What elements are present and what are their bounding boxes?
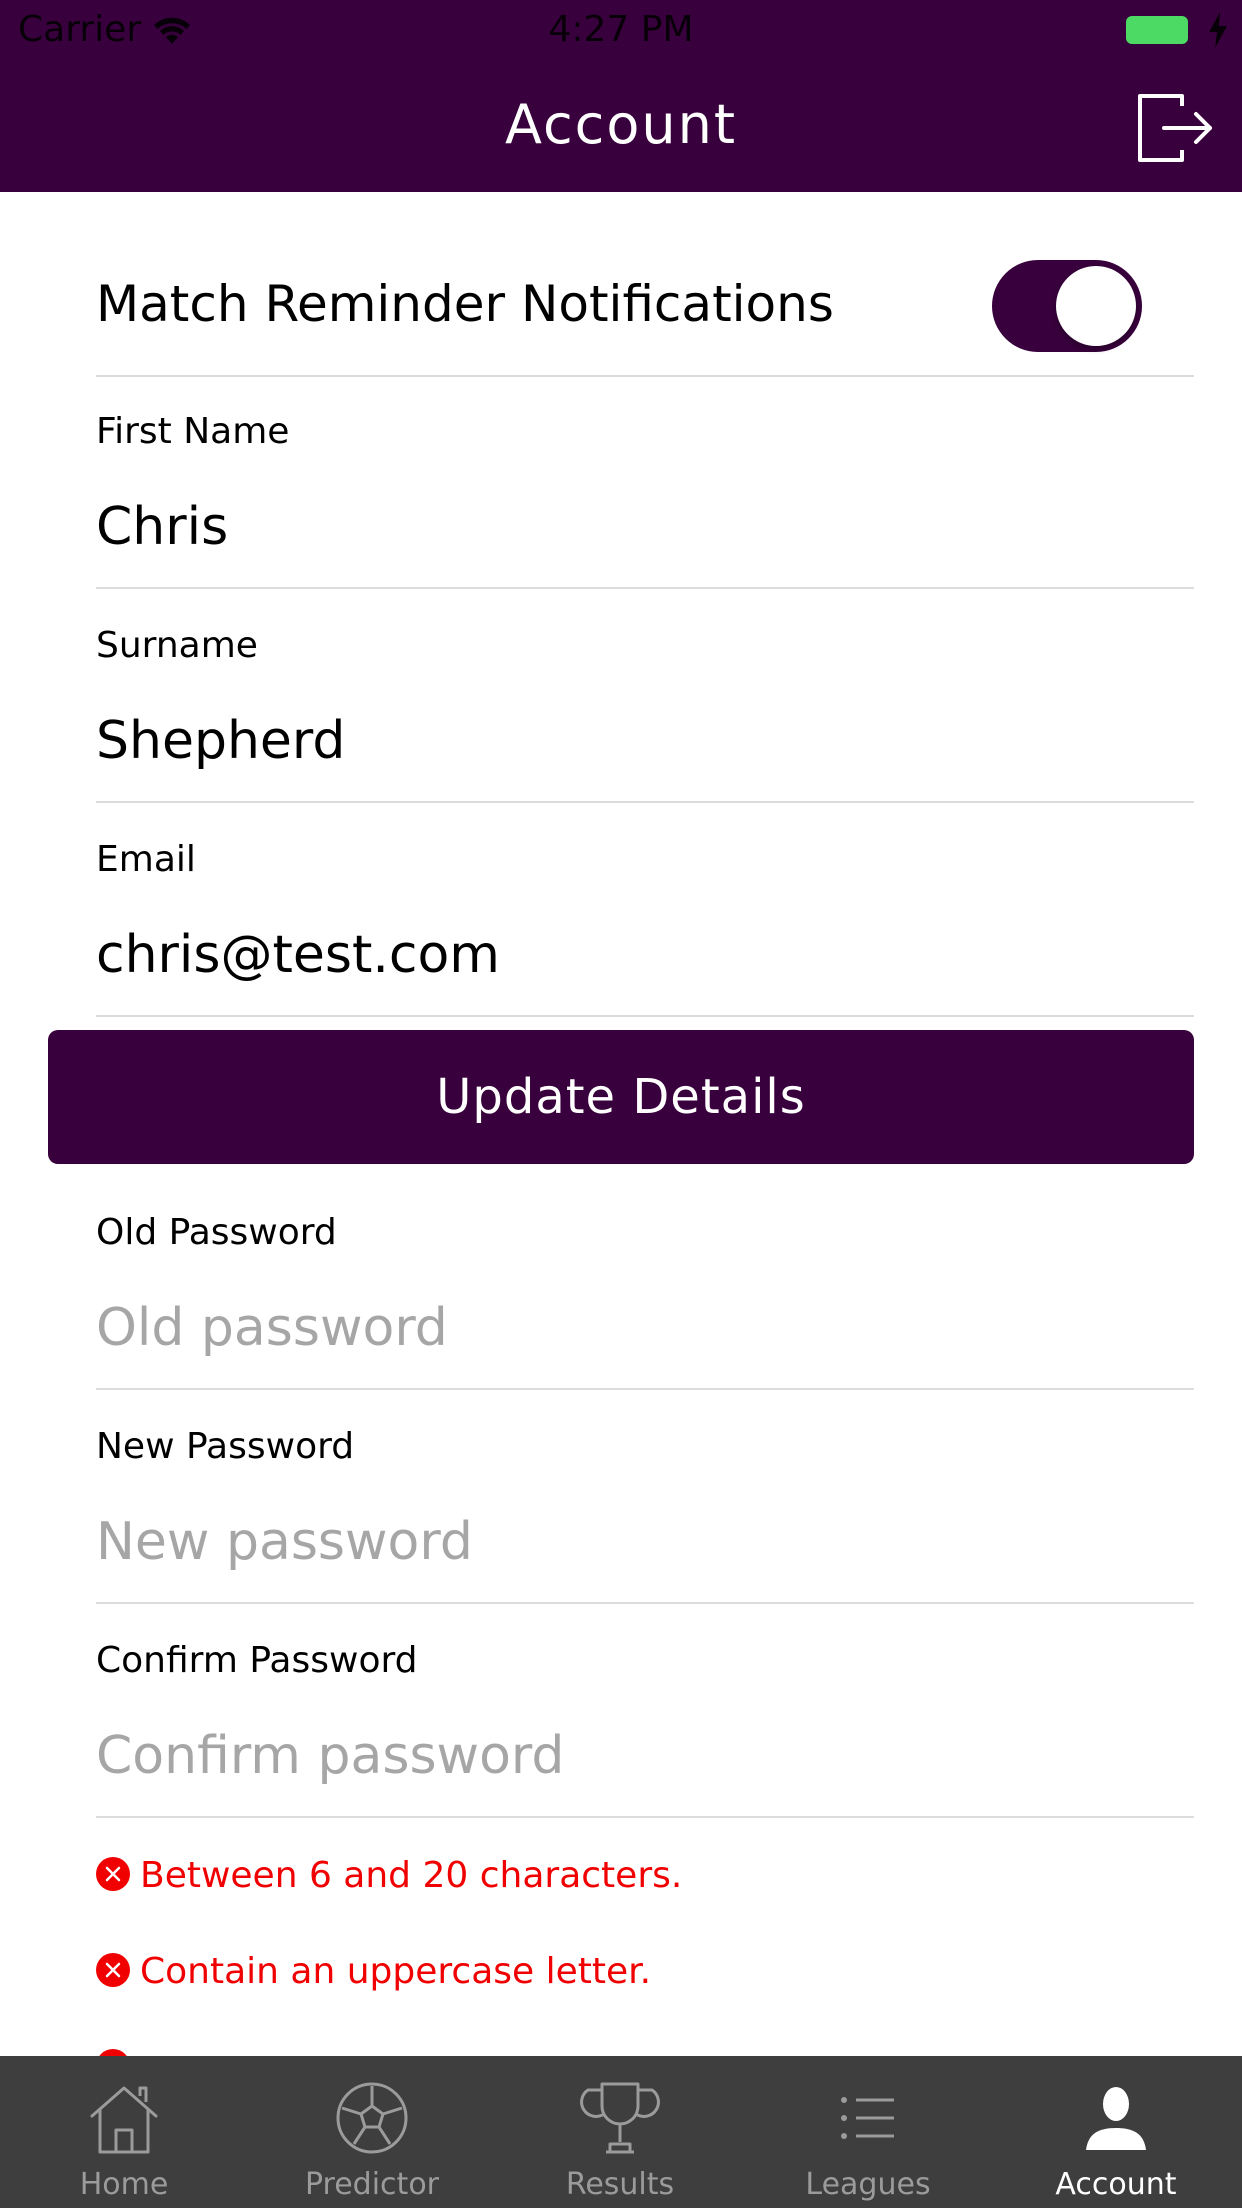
new-password-input[interactable]	[96, 1510, 1194, 1574]
tab-leagues-label: Leagues	[805, 2167, 931, 2202]
old-password-label: Old Password	[96, 1212, 337, 1253]
toggle-knob	[1056, 266, 1136, 346]
notifications-toggle[interactable]	[992, 260, 1142, 352]
first-name-input[interactable]: Chris	[96, 495, 1194, 559]
status-time: 4:27 PM	[548, 9, 694, 50]
surname-label: Surname	[96, 625, 258, 666]
tab-results[interactable]: Results	[496, 2056, 744, 2208]
email-label: Email	[96, 839, 196, 880]
tab-account[interactable]: Account	[992, 2056, 1240, 2208]
confirm-password-field: Confirm Password	[96, 1604, 1194, 1818]
password-rule: Between 6 and 20 characters.	[96, 1852, 682, 1900]
tab-home-label: Home	[79, 2167, 169, 2202]
new-password-field: New Password	[96, 1390, 1194, 1604]
old-password-field: Old Password	[96, 1176, 1194, 1390]
tab-bar: Home Predictor Results Leagues Account	[0, 2056, 1242, 2208]
notifications-label: Match Reminder Notifications	[96, 275, 834, 333]
notifications-row: Match Reminder Notifications	[96, 230, 1194, 377]
navigation-bar: Carrier 4:27 PM Account	[0, 0, 1242, 192]
tab-predictor[interactable]: Predictor	[248, 2056, 496, 2208]
user-icon	[1086, 2087, 1146, 2150]
first-name-field: First Name Chris	[96, 375, 1194, 589]
logout-icon	[1138, 94, 1212, 162]
error-x-icon	[96, 1857, 130, 1891]
page-title: Account	[504, 93, 738, 156]
tab-leagues[interactable]: Leagues	[744, 2056, 992, 2208]
surname-field: Surname Shepherd	[96, 589, 1194, 803]
battery-icon	[1126, 16, 1188, 44]
email-input[interactable]: chris@test.com	[96, 923, 1194, 987]
list-icon	[841, 2097, 894, 2139]
surname-input[interactable]: Shepherd	[96, 709, 1194, 773]
charging-bolt-icon	[1209, 12, 1227, 48]
football-icon	[336, 2082, 408, 2154]
update-details-button[interactable]: Update Details	[48, 1030, 1194, 1164]
trophy-icon	[580, 2082, 660, 2154]
tab-results-label: Results	[565, 2167, 675, 2202]
email-field: Email chris@test.com	[96, 803, 1194, 1017]
password-rule-text: Contain an uppercase letter.	[140, 1951, 652, 1992]
first-name-label: First Name	[96, 411, 290, 452]
password-rule-text: Between 6 and 20 characters.	[140, 1855, 683, 1896]
error-x-icon	[96, 1953, 130, 1987]
new-password-label: New Password	[96, 1426, 355, 1467]
tab-home[interactable]: Home	[0, 2056, 248, 2208]
logout-button[interactable]	[1136, 92, 1216, 164]
confirm-password-label: Confirm Password	[96, 1640, 418, 1681]
old-password-input[interactable]	[96, 1296, 1194, 1360]
password-rule: Contain an uppercase letter.	[96, 1948, 651, 1996]
tab-account-label: Account	[1055, 2167, 1177, 2202]
confirm-password-input[interactable]	[96, 1724, 1194, 1788]
tab-predictor-label: Predictor	[304, 2167, 440, 2202]
home-icon	[90, 2086, 158, 2154]
